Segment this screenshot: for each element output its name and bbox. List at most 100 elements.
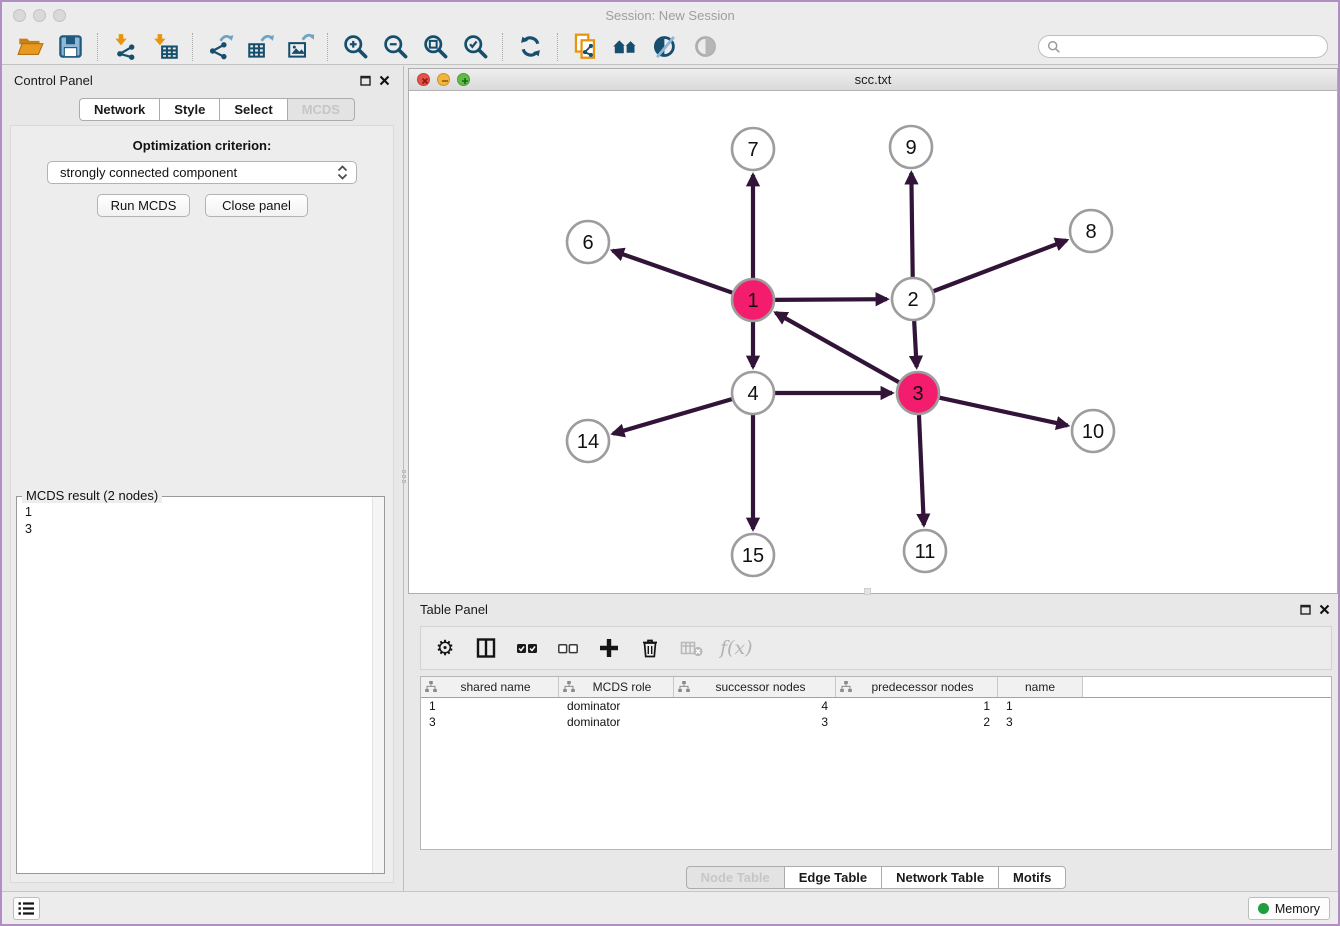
tab-select[interactable]: Select bbox=[219, 98, 287, 121]
column-label: predecessor nodes bbox=[852, 680, 993, 694]
tab-network[interactable]: Network bbox=[79, 98, 160, 121]
app-window: Session: New Session bbox=[0, 0, 1340, 926]
memory-status-dot bbox=[1258, 903, 1269, 914]
hierarchy-icon bbox=[678, 681, 690, 693]
tab-style[interactable]: Style bbox=[159, 98, 220, 121]
network-view-window: scc.txt 7968124314101511 bbox=[408, 68, 1338, 594]
zoom-in-icon[interactable] bbox=[335, 31, 375, 63]
graph-edge-3-11[interactable] bbox=[919, 415, 924, 525]
save-session-icon[interactable] bbox=[50, 31, 90, 63]
column-header-predecessor-nodes[interactable]: predecessor nodes bbox=[836, 677, 998, 697]
run-mcds-button[interactable]: Run MCDS bbox=[97, 194, 190, 217]
graph-edge-1-6[interactable] bbox=[613, 251, 733, 293]
table-settings-icon[interactable]: ⚙ bbox=[433, 636, 457, 660]
tab-mcds[interactable]: MCDS bbox=[287, 98, 355, 121]
table-cell[interactable]: dominator bbox=[559, 698, 674, 714]
zoom-fit-icon[interactable] bbox=[415, 31, 455, 63]
node-table[interactable]: shared name MCDS rolesuccessor nodes prede… bbox=[420, 676, 1332, 850]
import-table-icon[interactable] bbox=[145, 31, 185, 63]
table-cell[interactable]: 1 bbox=[836, 698, 998, 714]
toolbar-separator bbox=[327, 33, 328, 61]
column-header-shared-name[interactable]: shared name bbox=[421, 677, 559, 697]
table-cell[interactable]: 1 bbox=[421, 698, 559, 714]
table-tab-edge-table[interactable]: Edge Table bbox=[784, 866, 882, 889]
network-browser-icon[interactable] bbox=[605, 31, 645, 63]
status-bar: Memory bbox=[2, 891, 1338, 924]
column-header-MCDS-role[interactable]: MCDS role bbox=[559, 677, 674, 697]
optimization-criterion-label: Optimization criterion: bbox=[10, 138, 394, 153]
new-network-from-selection-icon[interactable] bbox=[565, 31, 605, 63]
column-header-successor-nodes[interactable]: successor nodes bbox=[674, 677, 836, 697]
graph-node-label: 14 bbox=[577, 431, 599, 453]
graph-node-label: 11 bbox=[915, 541, 936, 563]
network-graph[interactable]: 7968124314101511 bbox=[409, 91, 1337, 593]
result-scrollbar[interactable] bbox=[372, 497, 384, 873]
graph-edge-4-14[interactable] bbox=[613, 399, 732, 434]
table-cell[interactable]: 1 bbox=[998, 698, 1083, 714]
graph-node-label: 8 bbox=[1085, 221, 1096, 243]
table-row[interactable]: 3dominator323 bbox=[421, 714, 1331, 730]
graph-edge-2-3[interactable] bbox=[914, 321, 916, 367]
close-panel-button[interactable]: Close panel bbox=[205, 194, 308, 217]
float-table-panel-icon[interactable] bbox=[1300, 604, 1311, 615]
optimization-criterion-select[interactable]: strongly connected component bbox=[47, 161, 357, 184]
column-header-name[interactable]: name bbox=[998, 677, 1083, 697]
table-row[interactable]: 1dominator411 bbox=[421, 698, 1331, 714]
stepper-icon bbox=[337, 165, 348, 180]
table-tab-node-table[interactable]: Node Table bbox=[686, 866, 785, 889]
hierarchy-icon bbox=[425, 681, 437, 693]
table-cell[interactable]: dominator bbox=[559, 714, 674, 730]
close-table-panel-icon[interactable] bbox=[1319, 604, 1330, 615]
export-image-icon[interactable] bbox=[280, 31, 320, 63]
toolbar-separator bbox=[97, 33, 98, 61]
close-panel-icon[interactable] bbox=[379, 75, 390, 86]
dropdown-value: strongly connected component bbox=[60, 165, 337, 180]
table-cell[interactable]: 3 bbox=[998, 714, 1083, 730]
table-tab-network-table[interactable]: Network Table bbox=[881, 866, 999, 889]
mcds-result-box: MCDS result (2 nodes) 1 3 bbox=[16, 496, 385, 874]
network-resize-grip[interactable] bbox=[864, 588, 871, 595]
graph-edge-2-8[interactable] bbox=[934, 240, 1067, 291]
birds-eye-view-icon[interactable] bbox=[685, 31, 725, 63]
select-all-icon[interactable] bbox=[515, 636, 539, 660]
toolbar-separator bbox=[557, 33, 558, 61]
memory-button[interactable]: Memory bbox=[1248, 897, 1330, 920]
graph-edge-3-10[interactable] bbox=[939, 398, 1067, 426]
panel-resize-grip[interactable] bbox=[400, 466, 407, 486]
table-cell[interactable]: 4 bbox=[674, 698, 836, 714]
network-window-titlebar: scc.txt bbox=[409, 69, 1337, 91]
table-cell[interactable]: 3 bbox=[674, 714, 836, 730]
split-column-icon[interactable] bbox=[474, 636, 498, 660]
table-cell[interactable]: 3 bbox=[421, 714, 559, 730]
task-history-button[interactable] bbox=[13, 897, 40, 920]
zoom-selected-icon[interactable] bbox=[455, 31, 495, 63]
open-session-icon[interactable] bbox=[10, 31, 50, 63]
export-network-icon[interactable] bbox=[200, 31, 240, 63]
hide-graphics-details-icon[interactable] bbox=[645, 31, 685, 63]
graph-node-label: 9 bbox=[905, 137, 916, 159]
graph-node-label: 7 bbox=[747, 139, 758, 161]
hierarchy-icon bbox=[840, 681, 852, 693]
column-label: name bbox=[1002, 680, 1078, 694]
list-icon bbox=[18, 901, 35, 916]
add-column-icon[interactable] bbox=[597, 636, 621, 660]
graph-edge-3-1[interactable] bbox=[776, 313, 899, 382]
float-panel-icon[interactable] bbox=[360, 75, 371, 86]
table-cell[interactable]: 2 bbox=[836, 714, 998, 730]
zoom-out-icon[interactable] bbox=[375, 31, 415, 63]
search-input[interactable] bbox=[1038, 35, 1328, 58]
graph-node-label: 4 bbox=[747, 383, 758, 405]
apply-layout-icon[interactable] bbox=[510, 31, 550, 63]
toolbar-separator bbox=[502, 33, 503, 61]
delete-column-icon[interactable] bbox=[638, 636, 662, 660]
table-panel-title: Table Panel bbox=[420, 602, 488, 617]
export-table-icon[interactable] bbox=[240, 31, 280, 63]
network-window-title: scc.txt bbox=[409, 72, 1337, 87]
graph-edge-2-9[interactable] bbox=[911, 173, 912, 277]
column-label: shared name bbox=[437, 680, 554, 694]
graph-edge-1-2[interactable] bbox=[775, 299, 887, 300]
import-network-icon[interactable] bbox=[105, 31, 145, 63]
table-tab-motifs[interactable]: Motifs bbox=[998, 866, 1066, 889]
memory-label: Memory bbox=[1275, 902, 1320, 916]
unselect-all-icon[interactable] bbox=[556, 636, 580, 660]
